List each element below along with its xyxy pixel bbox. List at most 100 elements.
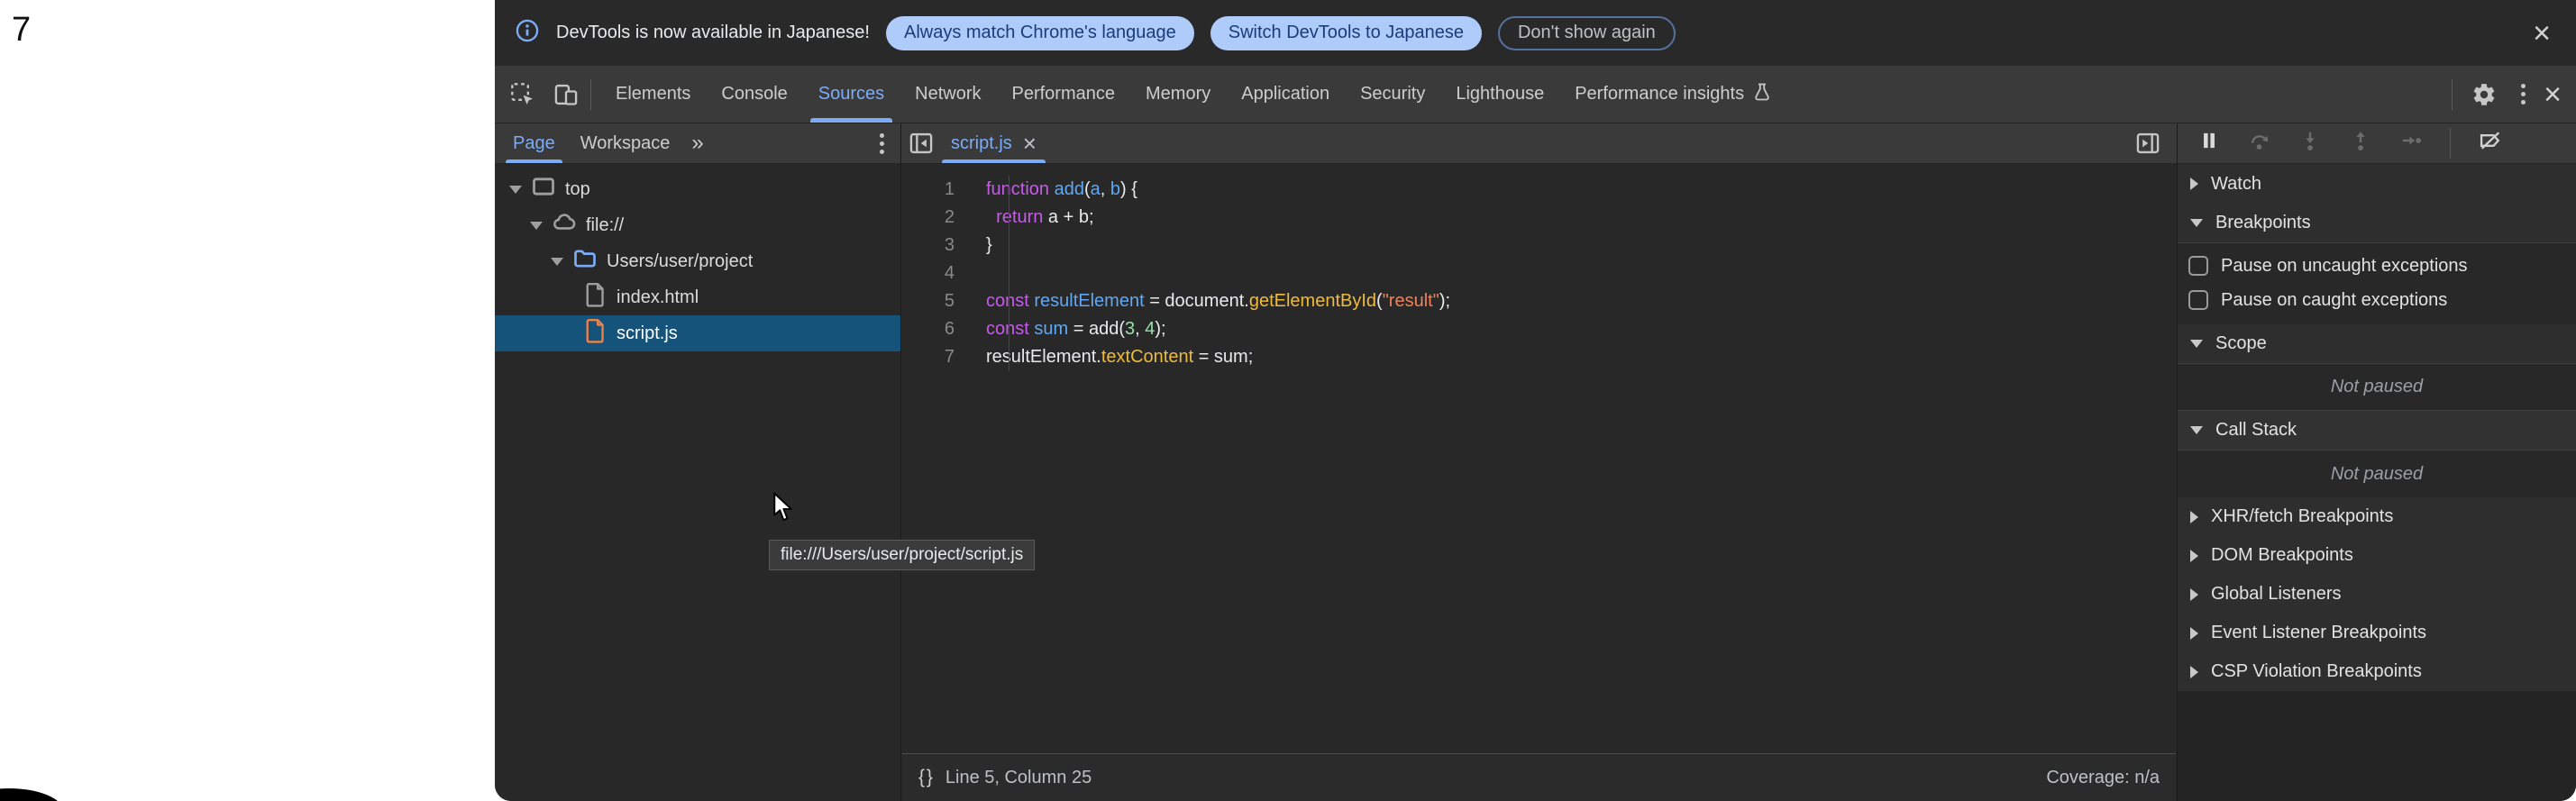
section-label: DOM Breakpoints [2211,545,2353,566]
kebab-menu-icon[interactable] [2516,78,2531,110]
section-call-stack[interactable]: Call Stack [2178,411,2576,451]
devtools-window: DevTools is now available in Japanese! A… [495,0,2576,801]
toolbar-divider [2452,79,2453,110]
section-csp-violation-breakpoints[interactable]: CSP Violation Breakpoints [2178,652,2576,691]
settings-gear-icon[interactable] [2465,76,2503,114]
line-number: 7 [902,347,982,368]
section-global-listeners[interactable]: Global Listeners [2178,575,2576,614]
caret-down-icon[interactable] [509,186,522,194]
section-xhr-breakpoints[interactable]: XHR/fetch Breakpoints [2178,497,2576,536]
caret-down-icon[interactable] [530,222,543,230]
cloud-icon [552,210,577,241]
code-line-5: 5const resultElement = document.getEleme… [902,287,2176,315]
code-token: = document. [1145,291,1249,311]
devtools-close-icon[interactable]: × [2544,79,2562,110]
tree-item-script-js[interactable]: script.js [495,315,900,351]
code-line-7: 7resultElement.textContent = sum; [902,343,2176,371]
line-number: 4 [902,263,982,284]
toolbar-divider [590,79,591,110]
tab-console[interactable]: Console [706,66,802,123]
panel-right-icon[interactable] [2129,124,2167,162]
pretty-print-icon[interactable]: { } [918,767,931,788]
debugger-toolbar [2177,123,2576,163]
panel-left-icon[interactable] [902,124,940,162]
folder-icon [572,246,598,277]
section-scope[interactable]: Scope [2178,324,2576,364]
tab-network[interactable]: Network [900,66,996,123]
tab-workspace[interactable]: Workspace [568,123,683,163]
code-line-4: 4 [902,259,2176,287]
tree-item-top[interactable]: top [495,171,900,207]
tree-item-index-html[interactable]: index.html [495,279,900,315]
tree-item-file-scheme[interactable]: file:// [495,207,900,243]
step-out-icon[interactable] [2349,129,2372,158]
code-line-1: 1function add(a, b) { [902,176,2176,204]
tree-item-label: top [565,179,590,200]
section-breakpoints[interactable]: Breakpoints [2178,204,2576,243]
pause-caught-row[interactable]: Pause on caught exceptions [2188,283,2576,317]
section-label: Breakpoints [2215,213,2311,233]
switch-to-japanese-button[interactable]: Switch DevTools to Japanese [1210,16,1482,50]
pause-uncaught-row[interactable]: Pause on uncaught exceptions [2188,249,2576,283]
section-label: Scope [2215,333,2267,354]
js-file-icon [584,318,607,349]
code-token: , [1101,179,1110,199]
step-into-icon[interactable] [2298,129,2322,158]
caret-right-icon [2190,177,2198,190]
tab-application[interactable]: Application [1226,66,1345,123]
code-token: ( [1084,179,1091,199]
code-token: 3 [1125,319,1135,339]
tab-page[interactable]: Page [500,123,568,163]
section-event-listener-breakpoints[interactable]: Event Listener Breakpoints [2178,614,2576,652]
code-editor[interactable]: 1function add(a, b) { 2 return a + b; 3}… [902,164,2176,801]
file-tab-close-icon[interactable]: × [1023,130,1037,158]
caret-right-icon [2190,666,2198,678]
tab-elements[interactable]: Elements [600,66,706,123]
editor-tab-strip: script.js × [902,123,2176,163]
code-token: , [1135,319,1145,339]
tab-sources[interactable]: Sources [803,66,900,123]
info-icon [515,18,540,49]
tab-performance[interactable]: Performance [997,66,1131,123]
tab-memory[interactable]: Memory [1130,66,1226,123]
section-label: Call Stack [2215,420,2297,441]
tab-security[interactable]: Security [1345,66,1440,123]
code-token: ( [1376,291,1383,311]
section-label: Global Listeners [2211,584,2342,605]
caret-down-icon [2190,426,2203,434]
code-token [986,207,996,227]
step-over-icon[interactable] [2248,129,2271,158]
coverage-status: Coverage: n/a [2046,768,2160,788]
file-tab-label: script.js [951,133,1012,154]
code-token: return [996,207,1043,227]
caret-down-icon [2190,340,2203,348]
more-tabs-icon[interactable]: » [682,131,712,156]
line-number: 1 [902,179,982,200]
sources-content: top file:// Users/user/project [495,164,2576,801]
pause-uncaught-checkbox[interactable] [2188,256,2208,276]
file-tab-script-js[interactable]: script.js × [940,123,1047,163]
sub-toolbar: Page Workspace » script.js × [495,123,2576,164]
breakpoints-options: Pause on uncaught exceptions Pause on ca… [2178,243,2576,324]
screen-corner-shape [0,788,63,801]
deactivate-breakpoints-icon[interactable] [2478,128,2503,159]
file-icon [584,282,607,313]
inspect-icon[interactable] [504,76,542,114]
navigator-menu-icon[interactable] [874,128,890,159]
tab-lighthouse[interactable]: Lighthouse [1440,66,1559,123]
caret-down-icon[interactable] [551,258,563,266]
tree-item-project-folder[interactable]: Users/user/project [495,243,900,279]
section-watch[interactable]: Watch [2178,164,2576,204]
flask-icon [1751,81,1773,108]
tab-performance-insights[interactable]: Performance insights [1559,66,1788,123]
code-token: = add( [1068,319,1125,339]
notification-close-icon[interactable]: × [2527,18,2556,49]
section-dom-breakpoints[interactable]: DOM Breakpoints [2178,536,2576,575]
pause-caught-checkbox[interactable] [2188,290,2208,310]
always-match-language-button[interactable]: Always match Chrome's language [886,16,1194,50]
dont-show-again-button[interactable]: Don't show again [1498,16,1676,50]
step-icon[interactable] [2399,129,2423,158]
tree-item-label: index.html [617,287,699,308]
pause-icon[interactable] [2197,129,2221,158]
device-toolbar-icon[interactable] [547,76,585,114]
